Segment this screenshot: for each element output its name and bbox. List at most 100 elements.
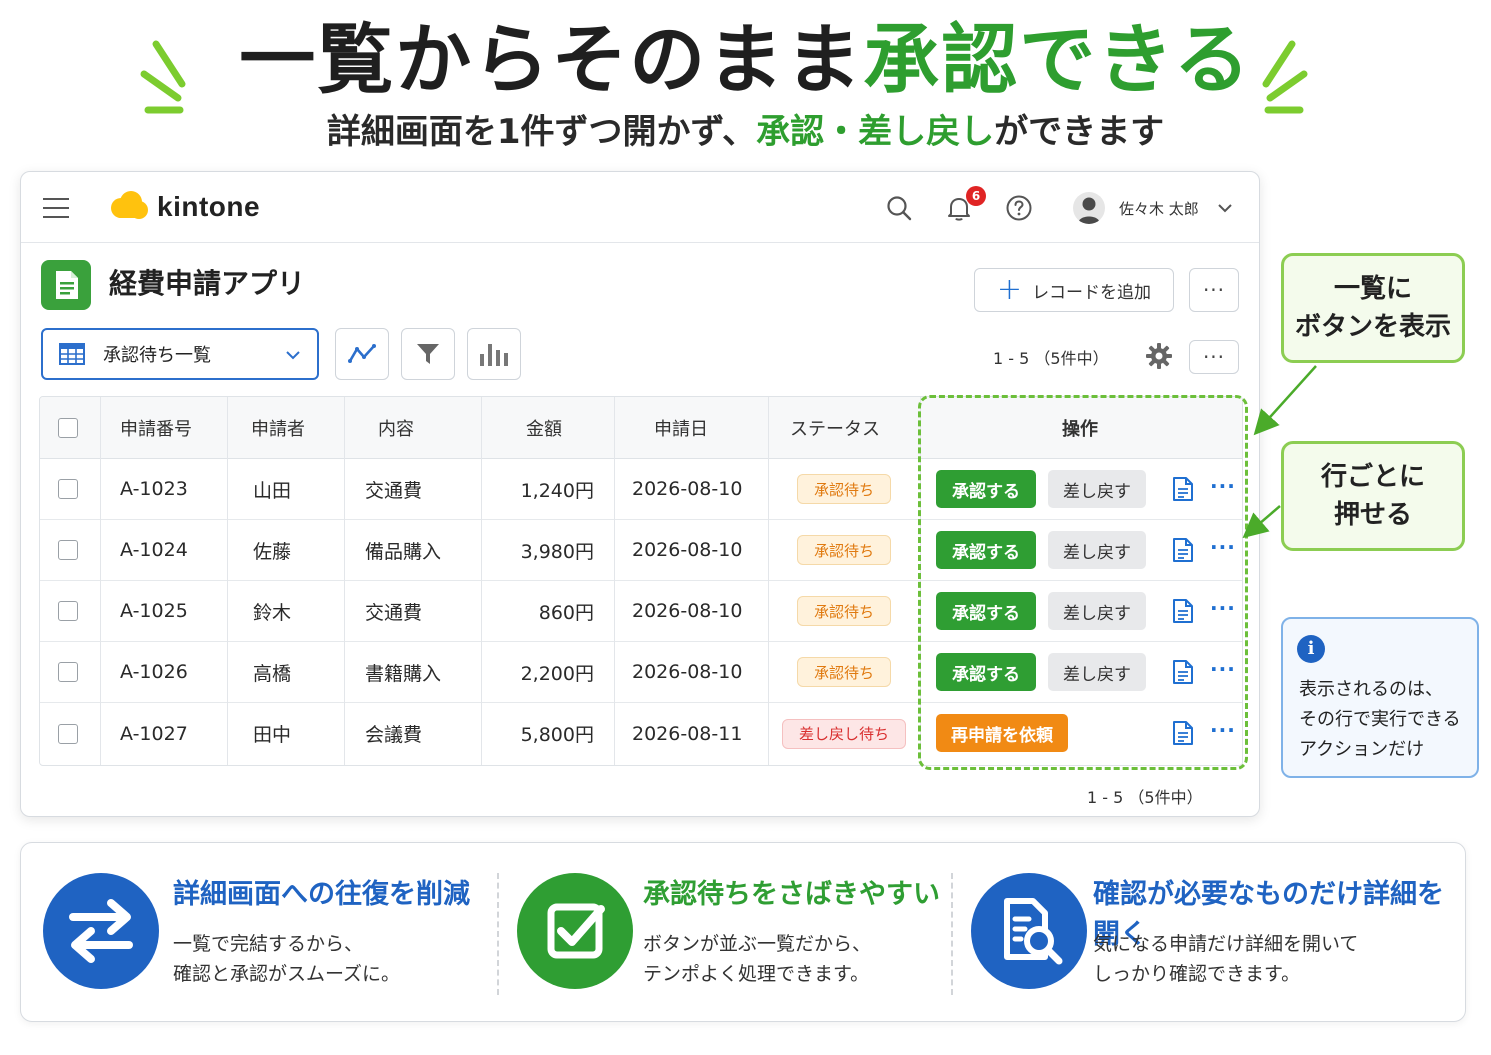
filter-button[interactable]	[401, 328, 455, 380]
feature-desc: 気になる申請だけ詳細を開いて しっかり確認できます。	[1093, 929, 1358, 989]
logo[interactable]: kintone	[107, 190, 260, 224]
table-grid-icon	[59, 343, 85, 365]
plus-icon: +	[996, 272, 1023, 307]
reapply-request-button[interactable]: 再申請を依頼	[936, 714, 1068, 752]
row-more-button[interactable]: ···	[1210, 657, 1236, 681]
add-record-button[interactable]: + レコードを追加	[974, 268, 1174, 312]
headline: 一覧からそのまま承認できる	[0, 12, 1491, 108]
cell-id: A-1027	[120, 722, 188, 745]
chevron-down-icon	[286, 351, 300, 360]
return-button[interactable]: 差し戻す	[1048, 592, 1146, 630]
row-more-button[interactable]: ···	[1210, 535, 1236, 559]
table-row[interactable]: A-1026 高橋 書籍購入 2,200円 2026-08-10 承認待ち 承認する 差し戻す…	[40, 642, 1242, 703]
cell-date: 2026-08-10	[632, 661, 743, 683]
cell-id: A-1026	[120, 661, 188, 683]
row-checkbox-cell	[58, 703, 78, 764]
cell-amount: 5,800円	[520, 724, 594, 746]
header-status[interactable]: ステータス	[790, 397, 880, 458]
select-all-checkbox[interactable]	[58, 417, 78, 438]
features-panel: 詳細画面への往復を削減 一覧で完結するから、 確認と承認がスムーズに。 承認待ち…	[20, 842, 1466, 1022]
search-icon[interactable]	[885, 194, 913, 222]
checkbox-icon	[517, 873, 633, 989]
row-checkbox[interactable]	[58, 540, 78, 560]
return-button[interactable]: 差し戻す	[1048, 653, 1146, 691]
hamburger-icon[interactable]	[43, 198, 69, 218]
approve-button[interactable]: 承認する	[936, 470, 1036, 508]
table-row[interactable]: A-1023 山田 交通費 1,240円 2026-08-10 承認待ち 承認する 差し戻す ·…	[40, 459, 1242, 520]
feature-desc-line: テンポよく処理できます。	[643, 963, 870, 985]
approve-button[interactable]: 承認する	[936, 653, 1036, 691]
callout-arrows	[1242, 365, 1317, 539]
document-icon[interactable]	[1172, 720, 1194, 746]
row-more-button[interactable]: ···	[1210, 474, 1236, 498]
gear-icon[interactable]	[1145, 342, 1173, 370]
swap-arrows-icon	[43, 873, 159, 989]
cell-id: A-1025	[120, 600, 188, 622]
cell-content: 交通費	[365, 601, 423, 624]
cell-amount: 3,980円	[520, 540, 594, 563]
headline-main: 一覧からそのまま	[239, 15, 864, 104]
view-selector[interactable]: 承認待ち一覧	[41, 328, 319, 380]
more-icon: ···	[1202, 345, 1226, 369]
cell-date: 2026-08-11	[632, 722, 743, 745]
return-button[interactable]: 差し戻す	[1048, 470, 1146, 508]
header-id[interactable]: 申請番号	[120, 397, 192, 458]
row-checkbox[interactable]	[58, 662, 78, 682]
approve-button[interactable]: 承認する	[936, 531, 1036, 569]
cell-content: 書籍購入	[365, 662, 442, 685]
cell-date: 2026-08-10	[632, 600, 743, 622]
row-more-button[interactable]: ···	[1210, 718, 1236, 742]
feature-title: 承認待ちをさばきやすい	[643, 879, 940, 910]
feature-desc-line: 確認と承認がスムーズに。	[173, 963, 401, 985]
kintone-cloud-icon	[111, 191, 148, 219]
help-icon[interactable]	[1005, 194, 1033, 222]
status-badge: 承認待ち	[796, 535, 891, 565]
logo-text: kintone	[157, 191, 261, 222]
document-icon[interactable]	[1172, 659, 1194, 685]
status-cell: 承認待ち	[768, 642, 920, 702]
table-row[interactable]: A-1025 鈴木 交通費 860円 2026-08-10 承認待ち 承認する 差し戻す ···	[40, 581, 1242, 642]
callout-line: ボタンを表示	[1294, 312, 1451, 342]
document-icon[interactable]	[1172, 598, 1194, 624]
header-date[interactable]: 申請日	[654, 397, 708, 458]
header-content[interactable]: 内容	[378, 397, 414, 458]
row-checkbox[interactable]	[58, 723, 78, 744]
cell-content: 備品購入	[365, 540, 442, 563]
cell-applicant: 山田	[253, 479, 292, 502]
return-button[interactable]: 差し戻す	[1048, 531, 1146, 569]
filter-icon	[417, 344, 439, 364]
cell-amount: 1,240円	[520, 479, 594, 502]
app-window: kintone 6 佐々木 太郎 経費申請アプリ + レコードを追加 ··· 承…	[20, 171, 1260, 817]
headline-accent: 承認できる	[863, 15, 1252, 104]
app-icon	[41, 260, 91, 310]
chart-button[interactable]	[467, 328, 521, 380]
row-checkbox[interactable]	[58, 601, 78, 621]
header-checkbox-cell	[58, 397, 78, 458]
document-icon[interactable]	[1172, 537, 1194, 563]
header-applicant[interactable]: 申請者	[251, 397, 305, 458]
header-amount[interactable]: 金額	[526, 397, 562, 458]
cell-id: A-1024	[120, 539, 188, 561]
approve-button[interactable]: 承認する	[936, 592, 1036, 630]
notification-badge: 6	[966, 186, 986, 206]
cell-applicant: 高橋	[253, 662, 292, 685]
feature-desc: 一覧で完結するから、 確認と承認がスムーズに。	[173, 929, 400, 989]
feature-title: 詳細画面への往復を削減	[173, 879, 470, 910]
subheadline: 詳細画面を1件ずつ開かず、承認・差し戻しができます	[0, 108, 1491, 156]
graph-icon	[348, 344, 376, 363]
table-row[interactable]: A-1024 佐藤 備品購入 3,980円 2026-08-10 承認待ち 承認する 差し戻す…	[40, 520, 1242, 581]
row-more-button[interactable]: ···	[1210, 596, 1236, 620]
header-more-button[interactable]: ···	[1189, 268, 1239, 312]
status-badge: 差し戻し待ち	[781, 718, 906, 749]
status-badge: 承認待ち	[796, 596, 891, 626]
user-menu[interactable]: 佐々木 太郎	[1073, 192, 1233, 224]
info-line: アクションだけ	[1299, 739, 1425, 760]
cell-id: A-1023	[120, 478, 188, 500]
row-checkbox[interactable]	[58, 479, 78, 499]
subheadline-post: ができます	[994, 112, 1165, 152]
table-row[interactable]: A-1027 田中 会議費 5,800円 2026-08-11 差し戻し待ち 再申請を依頼 ·…	[40, 703, 1242, 764]
view-more-button[interactable]: ···	[1189, 340, 1239, 374]
graph-button[interactable]	[335, 328, 389, 380]
document-icon[interactable]	[1172, 476, 1194, 502]
chevron-down-icon	[1218, 204, 1232, 213]
